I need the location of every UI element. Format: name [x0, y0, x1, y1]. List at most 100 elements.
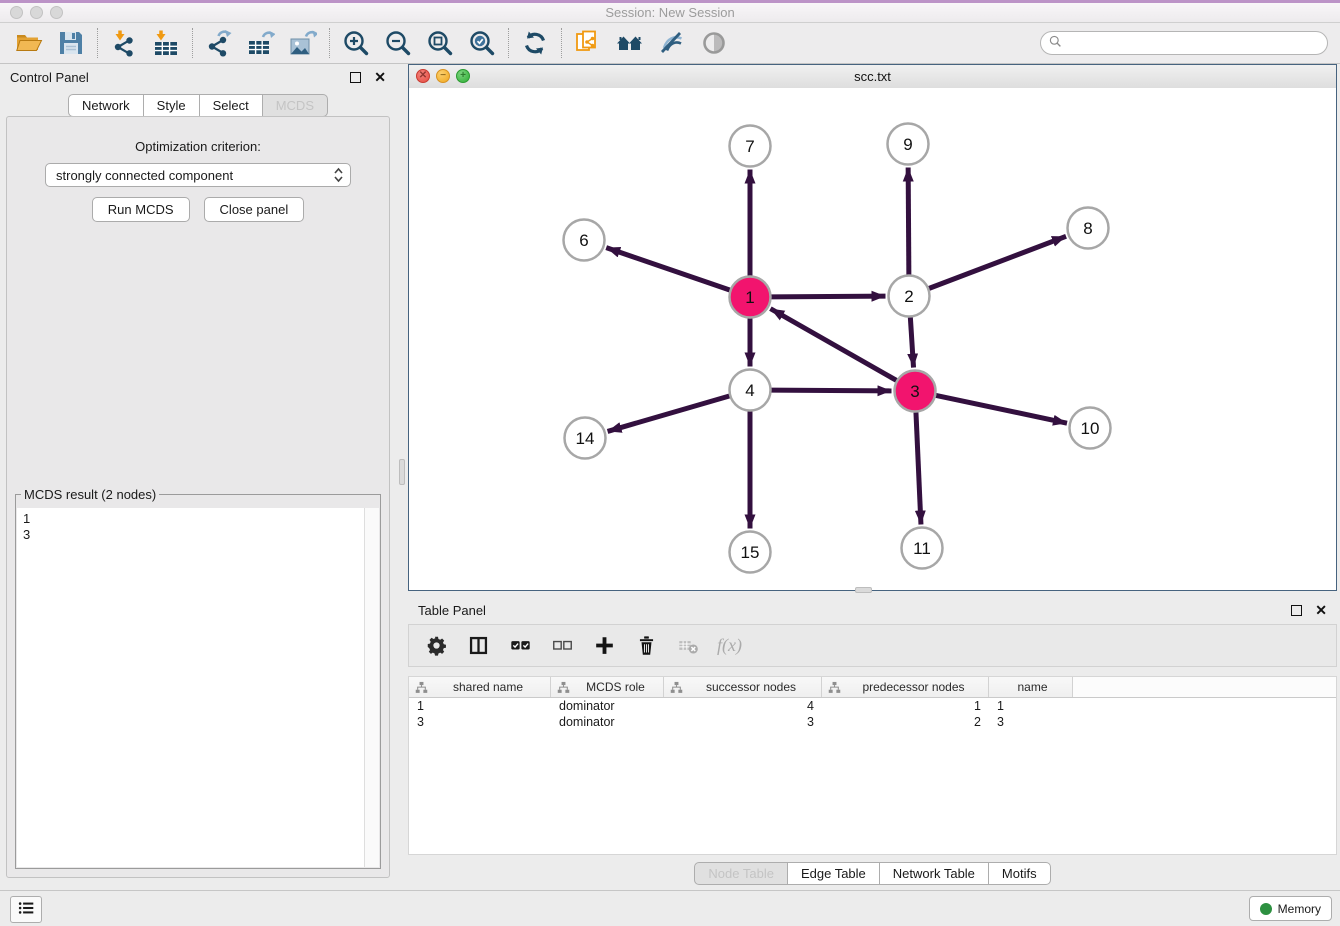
svg-text:10: 10: [1081, 419, 1100, 438]
float-table-panel-icon[interactable]: [1291, 605, 1302, 616]
graph-node-14[interactable]: 14: [565, 418, 606, 459]
svg-text:4: 4: [745, 381, 754, 400]
import-table-button[interactable]: [145, 26, 187, 60]
graph-edge-3-1[interactable]: [770, 309, 896, 381]
table-cell: 1: [822, 699, 989, 713]
criterion-select[interactable]: strongly connected component: [45, 163, 351, 187]
graph-node-7[interactable]: 7: [730, 126, 771, 167]
svg-text:1: 1: [745, 288, 754, 307]
graph-node-2[interactable]: 2: [889, 276, 930, 317]
memory-status-icon: [1260, 903, 1272, 915]
export-table-button[interactable]: [240, 26, 282, 60]
table-row[interactable]: 3dominator323: [409, 714, 1336, 730]
search-box[interactable]: [1040, 31, 1328, 55]
graph-node-3[interactable]: 3: [895, 371, 936, 412]
save-button[interactable]: [50, 26, 92, 60]
graph-node-9[interactable]: 9: [888, 124, 929, 165]
zoom-fit-button[interactable]: [419, 26, 461, 60]
column-selector-button[interactable]: [465, 633, 491, 659]
select-all-button[interactable]: [507, 633, 533, 659]
table-tab-motifs[interactable]: Motifs: [988, 862, 1051, 885]
refresh-button[interactable]: [514, 26, 556, 60]
float-panel-icon[interactable]: [350, 72, 361, 83]
graph-node-8[interactable]: 8: [1068, 208, 1109, 249]
vertical-splitter-handle[interactable]: [399, 459, 405, 485]
memory-button[interactable]: Memory: [1249, 896, 1332, 921]
close-table-panel-icon[interactable]: ✕: [1315, 603, 1327, 617]
graph-edge-2-9[interactable]: [908, 167, 909, 274]
graph-node-11[interactable]: 11: [902, 528, 943, 569]
column-header-label: MCDS role: [570, 680, 661, 694]
maximize-frame-icon[interactable]: +: [456, 69, 470, 83]
column-header-name[interactable]: name: [989, 677, 1073, 697]
hide-graphics-button[interactable]: [651, 26, 693, 60]
new-network-from-selection-button[interactable]: [567, 26, 609, 60]
close-panel-icon[interactable]: ✕: [374, 70, 386, 84]
task-history-button[interactable]: [10, 896, 42, 923]
zoom-in-button[interactable]: [335, 26, 377, 60]
graph-node-1[interactable]: 1: [730, 277, 771, 318]
zoom-out-button[interactable]: [377, 26, 419, 60]
graph-edge-1-2[interactable]: [771, 296, 885, 297]
network-canvas[interactable]: 7 9 6 8 1 2 4 3 14 10 15 11: [409, 88, 1336, 590]
graph-edge-2-8[interactable]: [929, 236, 1066, 288]
maximize-window-icon[interactable]: [50, 6, 63, 19]
table-row[interactable]: 1dominator411: [409, 698, 1336, 714]
table-tab-node-table[interactable]: Node Table: [694, 862, 788, 885]
graph-node-6[interactable]: 6: [564, 220, 605, 261]
tree-icon: [828, 681, 841, 694]
search-input[interactable]: [1066, 33, 1327, 53]
tab-select[interactable]: Select: [199, 94, 263, 117]
run-mcds-button[interactable]: Run MCDS: [92, 197, 190, 222]
graph-edge-2-3[interactable]: [910, 317, 913, 367]
horizontal-splitter-handle[interactable]: [855, 587, 872, 593]
tab-style[interactable]: Style: [143, 94, 200, 117]
result-scrollbar[interactable]: [364, 508, 379, 867]
column-header-successor-nodes[interactable]: successor nodes: [664, 677, 822, 697]
zoom-selected-button[interactable]: [461, 26, 503, 60]
graph-edge-4-14[interactable]: [608, 396, 730, 431]
column-header-filler: [1073, 677, 1336, 697]
export-image-button[interactable]: [282, 26, 324, 60]
table-tabs: Node TableEdge TableNetwork TableMotifs: [408, 862, 1337, 885]
svg-text:7: 7: [745, 137, 754, 156]
export-image-icon: [289, 29, 317, 57]
close-window-icon[interactable]: [10, 6, 23, 19]
graph-edge-4-3[interactable]: [771, 390, 891, 391]
function-builder-button[interactable]: f(x): [717, 633, 742, 659]
svg-text:3: 3: [910, 382, 919, 401]
close-frame-icon[interactable]: ✕: [416, 69, 430, 83]
graph-node-15[interactable]: 15: [730, 532, 771, 573]
add-row-button[interactable]: [591, 633, 617, 659]
tab-mcds[interactable]: MCDS: [262, 94, 328, 117]
gear-button[interactable]: [423, 633, 449, 659]
close-panel-button[interactable]: Close panel: [204, 197, 305, 222]
graph-node-10[interactable]: 10: [1070, 408, 1111, 449]
deselect-all-button[interactable]: [549, 633, 575, 659]
table-body: 1dominator4113dominator323: [409, 698, 1336, 730]
first-neighbors-icon: [616, 29, 644, 57]
column-header-mcds-role[interactable]: MCDS role: [551, 677, 664, 697]
import-network-button[interactable]: [103, 26, 145, 60]
column-header-predecessor-nodes[interactable]: predecessor nodes: [822, 677, 989, 697]
graph-edge-1-6[interactable]: [606, 248, 729, 290]
network-window-titlebar[interactable]: ✕ − + scc.txt: [409, 65, 1336, 89]
tab-network[interactable]: Network: [68, 94, 144, 117]
graph-edge-3-10[interactable]: [936, 395, 1067, 423]
toolbar-separator: [97, 28, 98, 58]
show-graphics-button[interactable]: [693, 26, 735, 60]
table-tab-edge-table[interactable]: Edge Table: [787, 862, 880, 885]
tree-icon: [415, 681, 428, 694]
select-all-icon: [510, 635, 531, 656]
minimize-frame-icon[interactable]: −: [436, 69, 450, 83]
graph-node-4[interactable]: 4: [730, 370, 771, 411]
delete-column-button[interactable]: [675, 633, 701, 659]
delete-row-button[interactable]: [633, 633, 659, 659]
first-neighbors-button[interactable]: [609, 26, 651, 60]
table-tab-network-table[interactable]: Network Table: [879, 862, 989, 885]
minimize-window-icon[interactable]: [30, 6, 43, 19]
export-network-button[interactable]: [198, 26, 240, 60]
column-header-shared-name[interactable]: shared name: [409, 677, 551, 697]
open-folder-button[interactable]: [8, 26, 50, 60]
graph-edge-3-11[interactable]: [916, 412, 921, 524]
